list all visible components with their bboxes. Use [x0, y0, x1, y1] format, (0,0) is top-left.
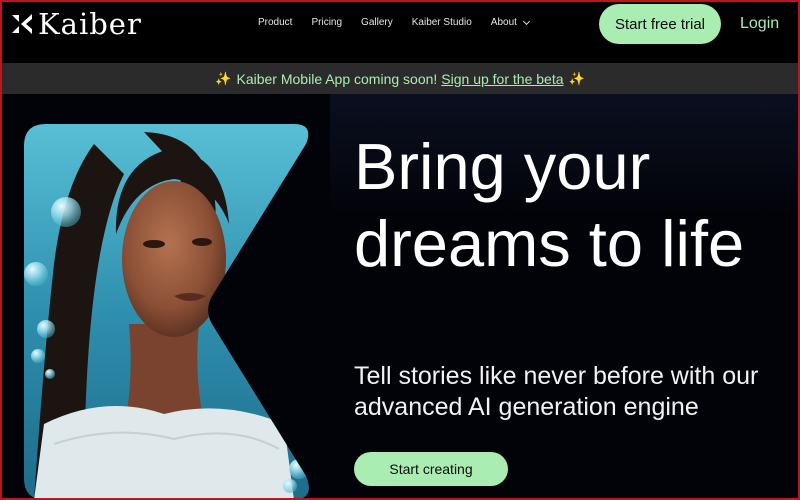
sparkle-icon: ✨: [568, 70, 585, 86]
nav-item-about[interactable]: About: [490, 17, 530, 28]
start-free-trial-button[interactable]: Start free trial: [599, 4, 721, 44]
main-nav: Product Pricing Gallery Kaiber Studio Ab…: [258, 17, 548, 28]
kaiber-logo-icon: [12, 14, 32, 34]
site-header: Kaiber Product Pricing Gallery Kaiber St…: [0, 0, 800, 60]
nav-item-gallery[interactable]: Gallery: [361, 17, 393, 28]
chevron-down-icon: [522, 17, 530, 25]
nav-item-product[interactable]: Product: [258, 17, 292, 28]
nav-item-pricing[interactable]: Pricing: [311, 17, 342, 28]
beta-signup-link[interactable]: Sign up for the beta: [441, 71, 563, 87]
hero-portrait-image: [24, 124, 309, 500]
kaiber-logo[interactable]: Kaiber: [10, 9, 142, 39]
nav-item-about-label: About: [490, 17, 517, 28]
logo-wordmark: Kaiber: [38, 7, 142, 41]
nav-item-kaiber-studio[interactable]: Kaiber Studio: [412, 17, 472, 28]
sparkle-icon: ✨: [215, 70, 232, 86]
banner-text: Kaiber Mobile App coming soon!: [236, 70, 438, 87]
announcement-banner: ✨ Kaiber Mobile App coming soon! Sign up…: [0, 63, 800, 94]
start-creating-button[interactable]: Start creating: [354, 452, 508, 486]
hero-headline: Bring your dreams to life: [354, 130, 745, 280]
login-link[interactable]: Login: [740, 15, 779, 33]
hero-subheadline: Tell stories like never before with our …: [354, 362, 759, 421]
